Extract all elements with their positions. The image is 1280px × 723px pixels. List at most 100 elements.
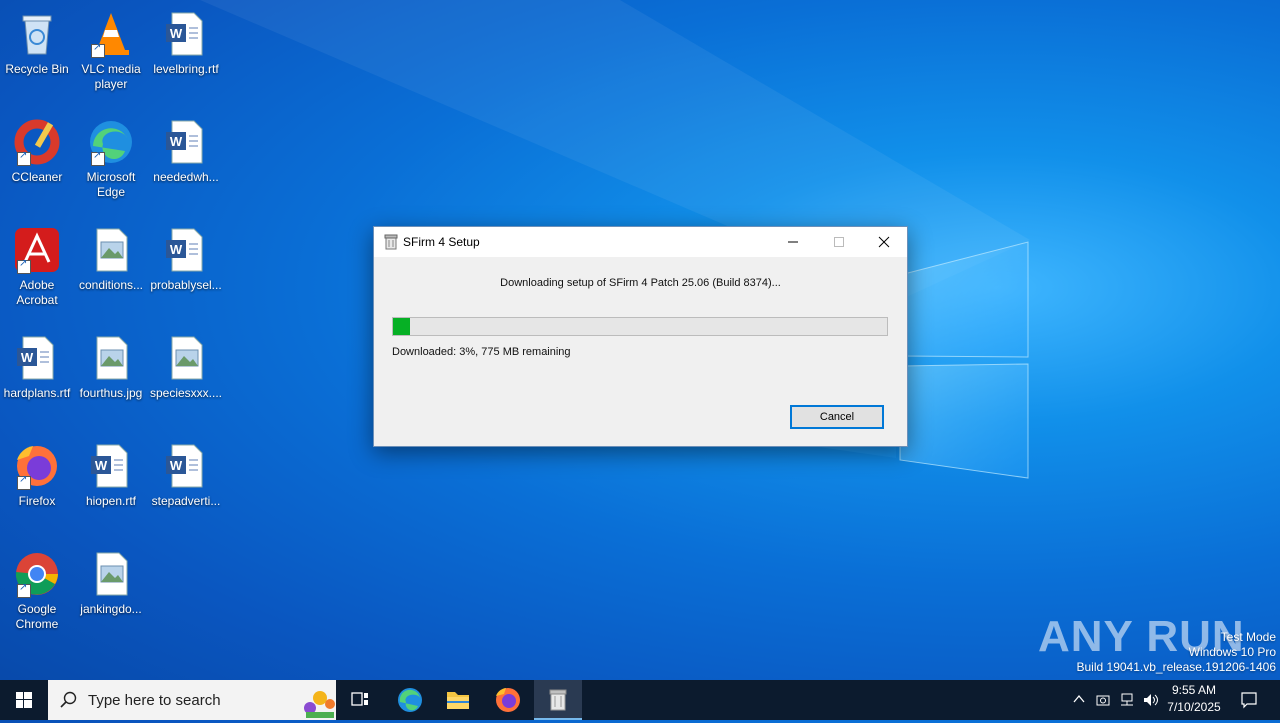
folder-icon [447,692,469,709]
desktop-icon[interactable]: jankingdo... [74,544,148,644]
svg-text:W: W [170,26,183,41]
ccleaner-icon [13,118,61,166]
desktop-icon[interactable]: Microsoft Edge [74,112,148,212]
setup-dialog: SFirm 4 Setup Downloading setup of SFirm… [373,226,908,447]
task-view-icon [351,692,368,706]
acrobat-icon [13,226,61,274]
taskbar-setup-app-active[interactable] [534,680,582,720]
edge-icon [398,688,422,712]
desktop-icon[interactable]: Wstepadverti... [149,436,223,536]
task-view-button[interactable] [336,680,384,720]
desktop-icon-label: levelbring.rtf [153,62,219,76]
installer-app-icon [384,234,398,250]
desktop-icon-label: probablysel... [150,278,222,292]
taskbar-firefox[interactable] [484,680,532,720]
installer-app-icon [549,689,567,711]
desktop-icon[interactable]: Whiopen.rtf [74,436,148,536]
word-document-icon: W [87,442,135,490]
firefox-icon [13,442,61,490]
windows-start-icon [16,692,32,708]
desktop-icon[interactable]: Wlevelbring.rtf [149,4,223,104]
word-document-icon: W [162,118,210,166]
shortcut-arrow-icon [91,150,105,166]
desktop-icon-label: Google Chrome [15,602,59,631]
desktop-icon[interactable]: CCleaner [0,112,74,212]
close-icon [878,236,890,248]
shortcut-arrow-icon [17,582,31,598]
word-document-icon: W [162,226,210,274]
desktop-icon[interactable]: Google Chrome [0,544,74,644]
desktop-icon-label: VLC media player [81,62,141,91]
taskbar-search-box[interactable]: Type here to search [48,680,336,720]
desktop-icon-label: hardplans.rtf [3,386,71,400]
desktop-icon[interactable]: fourthus.jpg [74,328,148,428]
taskbar-clock[interactable]: 9:55 AM 7/10/2025 [1160,682,1228,716]
notifications-icon[interactable] [1240,691,1258,709]
start-button[interactable] [0,680,48,720]
desktop-icon[interactable]: Recycle Bin [0,4,74,104]
image-file-icon [87,334,135,382]
desktop-icon[interactable]: speciesxxx.... [149,328,223,428]
clock-time: 9:55 AM [1171,683,1217,697]
image-file-icon [87,226,135,274]
maximize-icon [834,237,844,247]
desktop-icon-label: jankingdo... [80,602,142,616]
search-placeholder: Type here to search [88,692,221,709]
svg-text:W: W [170,134,183,149]
desktop-icon[interactable]: Firefox [0,436,74,536]
minimize-icon [788,241,798,243]
desktop-icon-label: hiopen.rtf [85,494,137,508]
shortcut-arrow-icon [91,42,105,58]
recycle-bin-icon [13,10,61,58]
word-document-icon: W [162,10,210,58]
shortcut-arrow-icon [17,150,31,166]
desktop-icon[interactable]: Adobe Acrobat [0,220,74,320]
image-file-icon [87,550,135,598]
desktop-icon[interactable]: Wneededwh... [149,112,223,212]
desktop-icon-label: Recycle Bin [5,62,69,76]
network-icon[interactable] [1119,692,1135,708]
svg-text:W: W [170,458,183,473]
taskbar-edge[interactable] [386,680,434,720]
dialog-titlebar[interactable]: SFirm 4 Setup [374,227,907,257]
clock-date: 7/10/2025 [1167,700,1221,714]
edge-icon [87,118,135,166]
desktop-icon-label: fourthus.jpg [79,386,143,400]
desktop-icon[interactable]: VLC media player [74,4,148,104]
search-highlight-flowers-icon [304,691,335,718]
cancel-button[interactable]: Cancel [790,405,884,429]
watermark-edition: Windows 10 Pro [1188,645,1276,659]
close-button[interactable] [861,227,907,257]
firefox-icon [496,688,520,712]
progress-fill [393,318,411,335]
dialog-title: SFirm 4 Setup [403,235,480,249]
download-message: Downloading setup of SFirm 4 Patch 25.06… [500,277,781,289]
word-document-icon: W [13,334,61,382]
camera-tray-icon[interactable] [1096,692,1110,708]
word-document-icon: W [162,442,210,490]
desktop-icon-label: CCleaner [11,170,63,184]
desktop-icon-label: neededwh... [153,170,219,184]
taskbar-file-explorer[interactable] [434,680,482,720]
watermark-test-mode: Test Mode [1220,630,1276,644]
minimize-button[interactable] [770,227,816,257]
desktop-icon[interactable]: Wprobablysel... [149,220,223,320]
desktop-icon[interactable]: conditions... [74,220,148,320]
maximize-button[interactable] [816,227,862,257]
shortcut-arrow-icon [17,258,31,274]
shortcut-arrow-icon [17,474,31,490]
desktop-icon-label: stepadverti... [151,494,221,508]
taskbar: Type here to search 9:55 AM 7/10/2025 [0,680,1280,720]
svg-text:W: W [21,350,34,365]
windows-watermark: Test Mode Windows 10 Pro Build 19041.vb_… [1077,630,1277,675]
watermark-build: Build 19041.vb_release.191206-1406 [1076,660,1277,674]
desktop-icon-label: Microsoft Edge [86,170,136,199]
desktop-icon-label: Firefox [18,494,56,508]
desktop-icon-label: conditions... [78,278,144,292]
svg-text:W: W [95,458,108,473]
show-hidden-icons-icon[interactable] [1072,692,1086,706]
volume-icon[interactable] [1143,692,1159,708]
desktop-icon-label: Adobe Acrobat [16,278,58,307]
desktop-icon[interactable]: Whardplans.rtf [0,328,74,428]
download-status: Downloaded: 3%, 775 MB remaining [392,346,571,358]
